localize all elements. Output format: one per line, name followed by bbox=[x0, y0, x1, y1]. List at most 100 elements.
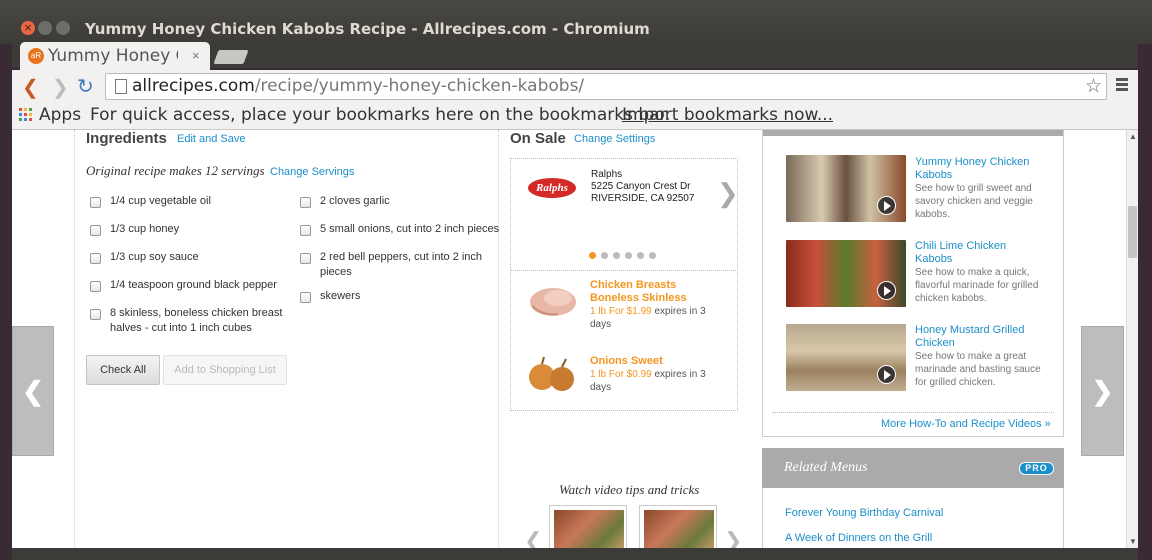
ingredient-item: 1/3 cup soy sauce bbox=[110, 251, 199, 263]
related-menu-link[interactable]: A Week of Dinners on the Grill bbox=[785, 532, 932, 544]
on-sale-heading: On Sale bbox=[510, 130, 566, 147]
video-description: See how to grill sweet and savory chicke… bbox=[915, 183, 1033, 220]
column-divider bbox=[74, 130, 75, 548]
product-name[interactable]: Chicken Breasts Boneless Skinless bbox=[590, 279, 710, 305]
ingredient-item: 1/4 cup vegetable oil bbox=[110, 195, 211, 207]
chicken-breast-image bbox=[530, 288, 576, 316]
pagination-dot[interactable] bbox=[613, 252, 620, 259]
page-scrollbar[interactable]: ▲ ▼ bbox=[1126, 130, 1138, 548]
video-prev-icon[interactable]: ❮ bbox=[524, 528, 542, 548]
ingredient-item: 5 small onions, cut into 2 inch pieces bbox=[320, 223, 500, 235]
pagination-dot[interactable] bbox=[625, 252, 632, 259]
product-name[interactable]: Onions Sweet bbox=[590, 355, 710, 368]
new-tab-button[interactable] bbox=[213, 50, 249, 64]
video-thumbnail[interactable] bbox=[786, 324, 906, 391]
pagination-dot[interactable] bbox=[589, 252, 596, 259]
carousel-next-button[interactable]: ❯ bbox=[1081, 326, 1124, 456]
ingredient-checkbox[interactable] bbox=[90, 281, 101, 292]
pagination-dot[interactable] bbox=[649, 252, 656, 259]
play-icon[interactable] bbox=[877, 365, 896, 384]
ingredient-checkbox[interactable] bbox=[90, 197, 101, 208]
bookmark-star-icon[interactable]: ☆ bbox=[1085, 75, 1102, 98]
video-thumbnail[interactable] bbox=[786, 240, 906, 307]
url-path: /recipe/yummy-honey-chicken-kabobs/ bbox=[254, 76, 585, 96]
ingredients-heading: Ingredients bbox=[86, 130, 167, 147]
ingredient-checkbox[interactable] bbox=[90, 309, 101, 320]
product-deal: 1 lb For $1.99 bbox=[590, 306, 652, 317]
check-all-button[interactable]: Check All bbox=[86, 355, 160, 385]
play-icon[interactable] bbox=[877, 281, 896, 300]
video-title[interactable]: Honey Mustard Grilled Chicken bbox=[915, 324, 1045, 350]
product-deal: 1 lb For $0.99 bbox=[590, 369, 652, 380]
add-to-shopping-list-button[interactable]: Add to Shopping List bbox=[163, 355, 287, 385]
pagination-dot[interactable] bbox=[637, 252, 644, 259]
related-menu-link[interactable]: Forever Young Birthday Carnival bbox=[785, 507, 943, 519]
ingredient-checkbox[interactable] bbox=[300, 253, 311, 264]
chrome-menu-icon[interactable] bbox=[1116, 78, 1128, 93]
video-thumbnail[interactable] bbox=[786, 155, 906, 222]
address-bar[interactable]: allrecipes.com/recipe/yummy-honey-chicke… bbox=[105, 73, 1107, 100]
ingredient-item: 2 red bell peppers, cut into 2 inch piec… bbox=[320, 251, 483, 278]
import-bookmarks-link[interactable]: Import bookmarks now... bbox=[622, 105, 833, 125]
video-description: See how to make a great marinade and bas… bbox=[915, 351, 1041, 388]
ingredient-item: 1/3 cup honey bbox=[110, 223, 180, 235]
apps-icon[interactable] bbox=[19, 108, 32, 121]
column-divider bbox=[498, 130, 499, 548]
window-minimize-button[interactable] bbox=[38, 21, 52, 35]
related-menus-title: Related Menus bbox=[784, 460, 868, 475]
onion-image bbox=[529, 356, 574, 391]
ingredient-item: 8 skinless, boneless chicken breast halv… bbox=[110, 307, 283, 334]
sale-divider bbox=[510, 270, 738, 271]
ingredient-item: 2 cloves garlic bbox=[320, 195, 390, 207]
ingredient-checkbox[interactable] bbox=[300, 292, 311, 303]
next-store-arrow-icon[interactable]: ❯ bbox=[717, 178, 739, 209]
edit-and-save-link[interactable]: Edit and Save bbox=[177, 133, 246, 145]
store-address: 5225 Canyon Crest Dr bbox=[591, 181, 691, 192]
bookmarks-hint: For quick access, place your bookmarks h… bbox=[90, 105, 671, 125]
web-page: Ingredients Edit and Save Original recip… bbox=[12, 130, 1126, 548]
pro-badge: PRO bbox=[1019, 462, 1054, 475]
change-settings-link[interactable]: Change Settings bbox=[574, 133, 655, 145]
play-icon[interactable] bbox=[877, 196, 896, 215]
ingredient-item: skewers bbox=[320, 290, 361, 302]
reload-button[interactable]: ↻ bbox=[77, 74, 94, 99]
video-description: See how to make a quick, flavorful marin… bbox=[915, 267, 1039, 304]
carousel-prev-button[interactable]: ❮ bbox=[12, 326, 54, 456]
servings-text: Original recipe makes 12 servings bbox=[86, 163, 265, 178]
window-bottom-frame bbox=[12, 548, 1138, 560]
back-button[interactable]: ❮ bbox=[22, 75, 39, 100]
pagination-dot[interactable] bbox=[601, 252, 608, 259]
store-pagination[interactable] bbox=[589, 252, 656, 259]
ingredient-checkbox[interactable] bbox=[90, 225, 101, 236]
apps-label[interactable]: Apps bbox=[39, 105, 81, 125]
forward-button[interactable]: ❯ bbox=[52, 75, 69, 100]
url-text[interactable]: allrecipes.com/recipe/yummy-honey-chicke… bbox=[132, 76, 584, 96]
product-price: 1 lb For $0.99 expires in 3 days bbox=[590, 368, 710, 394]
ingredient-checkbox[interactable] bbox=[300, 225, 311, 236]
change-servings-link[interactable]: Change Servings bbox=[270, 166, 354, 178]
video-tip-thumbnail[interactable] bbox=[549, 505, 627, 548]
more-videos-link[interactable]: More How-To and Recipe Videos » bbox=[881, 418, 1051, 430]
ingredient-checkbox[interactable] bbox=[300, 197, 311, 208]
scroll-up-icon[interactable]: ▲ bbox=[1129, 132, 1137, 141]
video-title[interactable]: Chili Lime Chicken Kabobs bbox=[915, 240, 1045, 266]
ingredient-checkbox[interactable] bbox=[90, 253, 101, 264]
videos-divider bbox=[772, 412, 1054, 413]
store-city: RIVERSIDE, CA 92507 bbox=[591, 193, 695, 204]
tab-close-icon[interactable]: × bbox=[192, 48, 200, 63]
scroll-down-icon[interactable]: ▼ bbox=[1129, 537, 1137, 546]
store-info: Ralphs 5225 Canyon Crest Dr RIVERSIDE, C… bbox=[591, 169, 694, 205]
scrollbar-thumb[interactable] bbox=[1128, 206, 1137, 258]
ralphs-logo: Ralphs bbox=[528, 178, 576, 198]
favicon-icon: aR bbox=[28, 48, 44, 64]
video-tip-thumbnail[interactable] bbox=[639, 505, 717, 548]
ingredient-item: 1/4 teaspoon ground black pepper bbox=[110, 279, 277, 291]
product-price: 1 lb For $1.99 expires in 3 days bbox=[590, 305, 710, 331]
video-title[interactable]: Yummy Honey Chicken Kabobs bbox=[915, 156, 1045, 182]
window-maximize-button[interactable] bbox=[56, 21, 70, 35]
video-next-icon[interactable]: ❯ bbox=[724, 528, 742, 548]
url-host: allrecipes.com bbox=[132, 76, 255, 96]
store-name: Ralphs bbox=[591, 169, 623, 180]
browser-tab[interactable]: aR Yummy Honey Ch × bbox=[20, 42, 210, 70]
window-close-button[interactable]: × bbox=[21, 21, 35, 35]
